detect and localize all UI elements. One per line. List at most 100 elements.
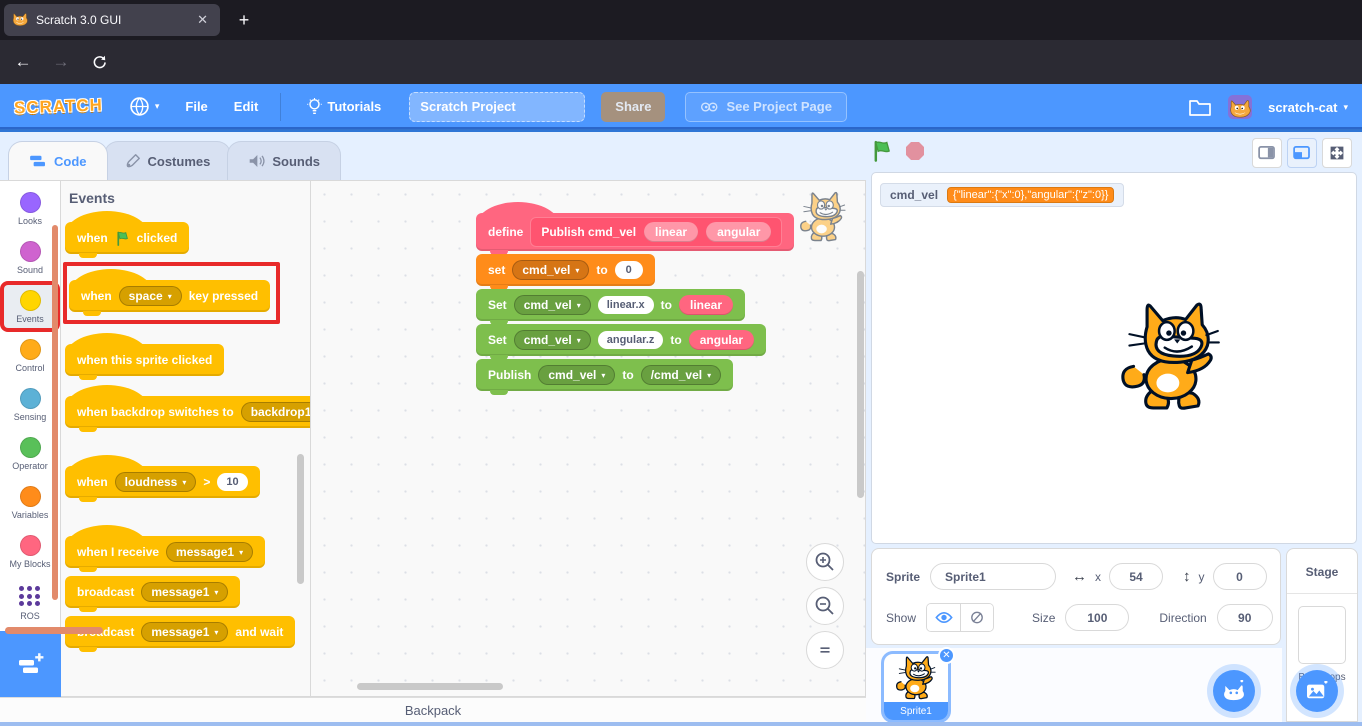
menubar-divider bbox=[280, 93, 281, 121]
see-project-page-button[interactable]: See Project Page bbox=[685, 92, 847, 122]
zoom-out-button[interactable] bbox=[806, 587, 844, 625]
code-canvas[interactable]: definePublish cmd_vellinearangularsetcmd… bbox=[310, 180, 866, 697]
msg-dropdown[interactable]: cmd_vel▾ bbox=[538, 365, 615, 385]
block-define-publish-cmd-vel[interactable]: definePublish cmd_vellinearangular bbox=[476, 213, 794, 251]
reload-button[interactable] bbox=[84, 47, 114, 77]
file-menu[interactable]: File bbox=[185, 99, 207, 114]
tab-code[interactable]: Code bbox=[8, 141, 108, 180]
tab-sounds[interactable]: Sounds bbox=[227, 141, 341, 180]
zoom-in-button[interactable] bbox=[806, 543, 844, 581]
palette-scrollbar[interactable] bbox=[297, 454, 304, 584]
folder-icon[interactable] bbox=[1188, 97, 1212, 117]
category-my-blocks[interactable]: My Blocks bbox=[4, 530, 56, 573]
canvas-v-scrollbar[interactable] bbox=[857, 271, 864, 498]
msg-dropdown[interactable]: cmd_vel▾ bbox=[514, 330, 591, 350]
y-position-icon: ↕ bbox=[1183, 568, 1191, 585]
block-set-cmd-vel-to-0[interactable]: setcmd_vel▾to0 bbox=[476, 254, 655, 286]
project-name-input[interactable] bbox=[409, 92, 585, 122]
sprite-tile-sprite1[interactable]: ✕ Sprite1 bbox=[884, 654, 948, 720]
category-scrollbar[interactable] bbox=[52, 225, 58, 600]
field-input[interactable]: linear.x bbox=[598, 296, 654, 314]
variable-dropdown[interactable]: cmd_vel▾ bbox=[512, 260, 589, 280]
category-variables[interactable]: Variables bbox=[4, 481, 56, 524]
param-angular: angular bbox=[689, 330, 754, 350]
canvas-h-scrollbar[interactable] bbox=[357, 683, 503, 690]
message-dropdown[interactable]: message1▾ bbox=[141, 582, 228, 602]
tab-close-icon[interactable]: ✕ bbox=[193, 12, 212, 28]
block-when-key-pressed[interactable]: whenspace▾key pressed bbox=[69, 280, 270, 312]
edit-menu[interactable]: Edit bbox=[234, 99, 259, 114]
small-stage-button[interactable] bbox=[1252, 138, 1282, 168]
block-text: and wait bbox=[235, 625, 283, 639]
language-selector[interactable]: ▾ bbox=[129, 96, 160, 117]
category-ros[interactable]: ROS bbox=[4, 579, 56, 625]
add-extension-button[interactable] bbox=[0, 631, 61, 697]
block-set-cmd-vel-angular-z[interactable]: Setcmd_vel▾angular.ztoangular bbox=[476, 324, 766, 356]
green-flag-icon bbox=[871, 140, 893, 162]
hide-sprite-button[interactable] bbox=[960, 604, 993, 631]
large-stage-button[interactable] bbox=[1287, 138, 1317, 168]
add-backdrop-button[interactable] bbox=[1296, 670, 1338, 712]
block-when-sprite-clicked[interactable]: when this sprite clicked bbox=[65, 344, 224, 376]
key-dropdown[interactable]: space▾ bbox=[119, 286, 182, 306]
tab-costumes[interactable]: Costumes bbox=[104, 141, 232, 180]
share-button[interactable]: Share bbox=[601, 92, 665, 122]
variable-monitor[interactable]: cmd_vel {"linear":{"x":0},"angular":{"z"… bbox=[880, 183, 1124, 207]
green-flag-icon bbox=[115, 231, 130, 246]
avatar[interactable] bbox=[1228, 95, 1252, 119]
fullscreen-button[interactable] bbox=[1322, 138, 1352, 168]
palette-h-scrollbar[interactable] bbox=[5, 627, 103, 634]
stop-button[interactable] bbox=[905, 141, 925, 166]
block-when-flag-clicked[interactable]: whenclicked bbox=[65, 222, 189, 254]
value-input[interactable]: 0 bbox=[615, 261, 643, 279]
category-events[interactable]: Events bbox=[4, 285, 56, 328]
block-text: Set bbox=[488, 333, 507, 347]
zoom-reset-button[interactable] bbox=[806, 631, 844, 669]
browser-tab[interactable]: Scratch 3.0 GUI ✕ bbox=[4, 4, 220, 36]
browser-toolbar: ← → scratch3-ros.jsk.imi.i.u-tokyo.ac.jp… bbox=[0, 40, 1362, 84]
x-input[interactable] bbox=[1109, 563, 1163, 590]
block-set-cmd-vel-linear-x[interactable]: Setcmd_vel▾linear.xtolinear bbox=[476, 289, 745, 321]
backdrop-thumbnail[interactable] bbox=[1298, 606, 1346, 664]
show-sprite-button[interactable] bbox=[927, 604, 960, 631]
threshold-input[interactable]: 10 bbox=[217, 473, 247, 491]
topic-dropdown[interactable]: /cmd_vel▾ bbox=[641, 365, 721, 385]
block-publish-cmd-vel[interactable]: Publishcmd_vel▾to/cmd_vel▾ bbox=[476, 359, 733, 391]
stage-sprite-cat[interactable] bbox=[1119, 299, 1223, 415]
account-menu[interactable]: scratch-cat ▾ bbox=[1268, 100, 1348, 115]
y-input[interactable] bbox=[1213, 563, 1267, 590]
stage[interactable]: cmd_vel {"linear":{"x":0},"angular":{"z"… bbox=[871, 172, 1357, 544]
msg-dropdown[interactable]: cmd_vel▾ bbox=[514, 295, 591, 315]
block-text: > bbox=[203, 475, 210, 489]
block-broadcast[interactable]: broadcastmessage1▾ bbox=[65, 576, 240, 608]
category-looks[interactable]: Looks bbox=[4, 187, 56, 230]
delete-sprite-icon[interactable]: ✕ bbox=[938, 647, 955, 664]
backpack-bar[interactable]: Backpack bbox=[0, 697, 866, 722]
size-input[interactable] bbox=[1065, 604, 1129, 631]
new-tab-button[interactable]: + bbox=[232, 8, 256, 32]
add-sprite-button[interactable] bbox=[1213, 670, 1255, 712]
backdrop-dropdown[interactable]: backdrop1▾ bbox=[241, 402, 310, 422]
x-position-icon: ↔ bbox=[1072, 568, 1087, 585]
category-control[interactable]: Control bbox=[4, 334, 56, 377]
tutorials-menu[interactable]: Tutorials bbox=[307, 98, 381, 116]
back-button[interactable]: ← bbox=[8, 47, 38, 77]
scratch-logo[interactable]: SCRATCH bbox=[14, 95, 104, 118]
field-input[interactable]: angular.z bbox=[598, 331, 664, 349]
sensor-dropdown[interactable]: loudness▾ bbox=[115, 472, 197, 492]
sprite-name-input[interactable] bbox=[930, 563, 1056, 590]
category-sensing[interactable]: Sensing bbox=[4, 383, 56, 426]
browser-tab-bar: Scratch 3.0 GUI ✕ + bbox=[0, 0, 1362, 40]
green-flag-button[interactable] bbox=[871, 140, 893, 167]
block-when-i-receive[interactable]: when I receivemessage1▾ bbox=[65, 536, 265, 568]
category-my-blocks-label: My Blocks bbox=[4, 559, 56, 569]
block-when-loudness[interactable]: whenloudness▾>10 bbox=[65, 466, 260, 498]
category-operator[interactable]: Operator bbox=[4, 432, 56, 475]
message-dropdown[interactable]: message1▾ bbox=[141, 622, 228, 642]
block-when-backdrop-switches[interactable]: when backdrop switches tobackdrop1▾ bbox=[65, 396, 310, 428]
forward-button[interactable]: → bbox=[46, 47, 76, 77]
category-operator-icon bbox=[20, 437, 41, 458]
direction-input[interactable] bbox=[1217, 604, 1273, 631]
category-sound[interactable]: Sound bbox=[4, 236, 56, 279]
message-dropdown[interactable]: message1▾ bbox=[166, 542, 253, 562]
